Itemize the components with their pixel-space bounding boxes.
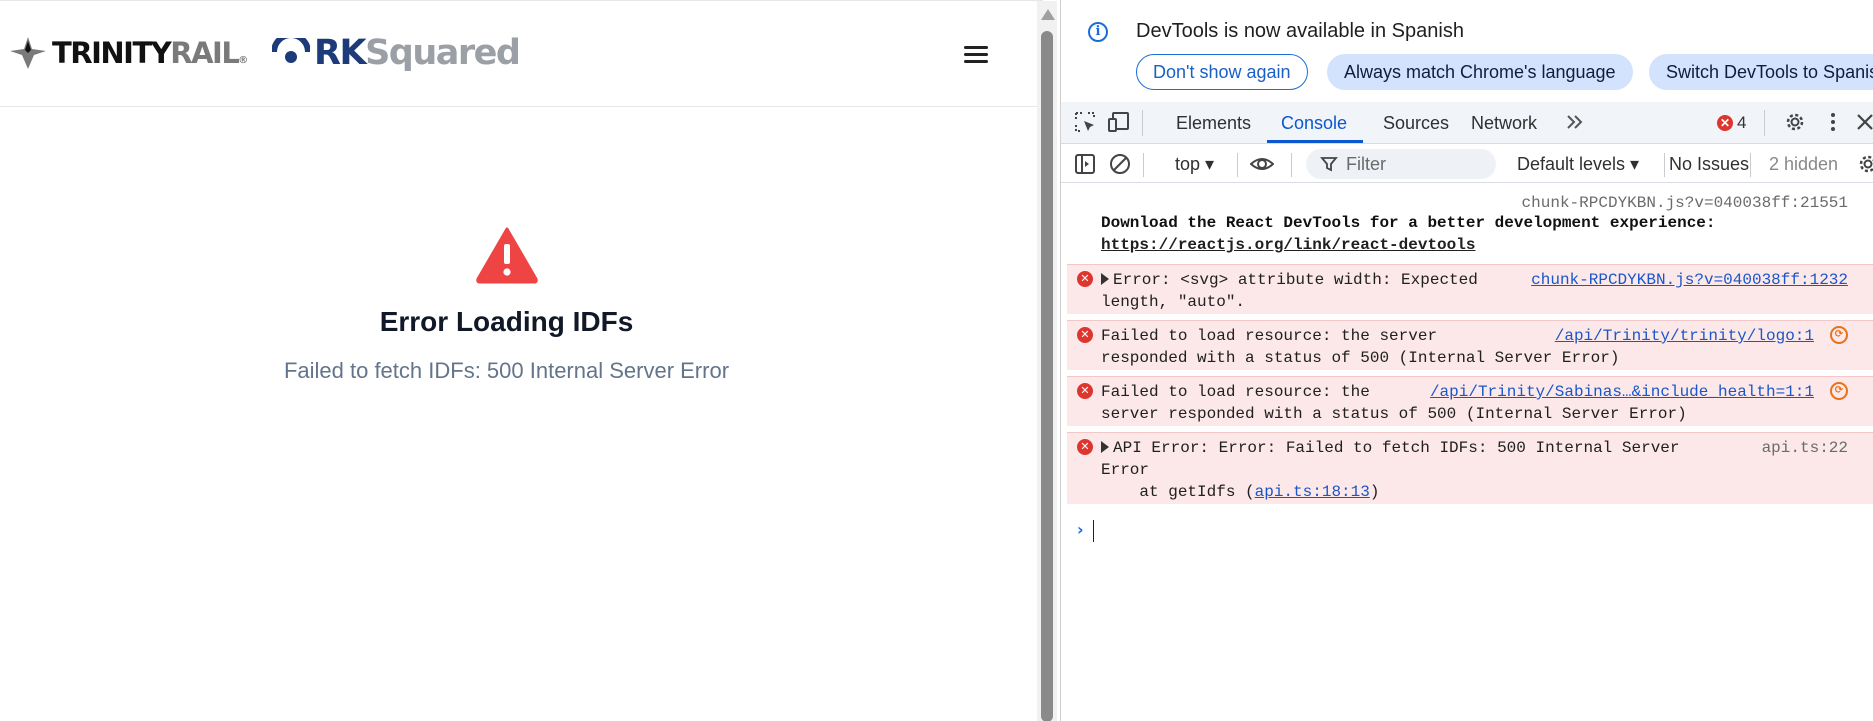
toolbar-divider bbox=[1750, 153, 1751, 177]
inspect-element-icon[interactable] bbox=[1073, 110, 1097, 134]
message-text-line2: server responded with a status of 500 (I… bbox=[1101, 405, 1687, 423]
trinityrail-logo[interactable]: TRINITYRAIL® bbox=[10, 35, 248, 71]
sidebar-toggle-icon[interactable] bbox=[1073, 152, 1097, 176]
tab-sources[interactable]: Sources bbox=[1383, 113, 1449, 134]
device-toolbar-icon[interactable] bbox=[1107, 110, 1131, 134]
console-log-message: chunk-RPCDYKBN.js?v=040038ff:21551 Downl… bbox=[1067, 192, 1873, 254]
message-text: Download the React DevTools for a better… bbox=[1101, 214, 1716, 232]
rksquared-logo[interactable]: RK Squared bbox=[272, 31, 521, 75]
log-levels-dropdown[interactable]: Default levels ▾ bbox=[1517, 154, 1639, 175]
error-panel: Error Loading IDFs Failed to fetch IDFs:… bbox=[0, 226, 1013, 384]
tab-elements[interactable]: Elements bbox=[1176, 113, 1251, 134]
expand-triangle-icon[interactable] bbox=[1101, 273, 1109, 285]
network-request-icon[interactable]: ⟳ bbox=[1830, 382, 1848, 400]
filter-placeholder: Filter bbox=[1346, 154, 1386, 174]
console-error-message[interactable]: ✕ Error: <svg> attribute width: Expected… bbox=[1067, 264, 1873, 314]
language-infobar: i DevTools is now available in Spanish D… bbox=[1061, 0, 1873, 101]
stack-trace-line: at getIdfs (api.ts:18:13) bbox=[1101, 483, 1380, 501]
console-messages: chunk-RPCDYKBN.js?v=040038ff:21551 Downl… bbox=[1061, 184, 1873, 721]
rk-wordmark: RK bbox=[314, 33, 367, 73]
stack-trace-link[interactable]: api.ts:18:13 bbox=[1255, 483, 1370, 501]
message-source-link[interactable]: chunk-RPCDYKBN.js?v=040038ff:1232 bbox=[1531, 269, 1848, 291]
error-title: Error Loading IDFs bbox=[379, 306, 634, 337]
kebab-menu-icon[interactable] bbox=[1821, 110, 1845, 134]
toolbar-divider bbox=[1237, 153, 1238, 177]
hidden-messages-count: 2 hidden bbox=[1769, 154, 1839, 174]
console-error-message[interactable]: ✕ Failed to load resource: the /api/Trin… bbox=[1067, 376, 1873, 426]
app-pane: TRINITYRAIL® RK Squared Error Loading IDF… bbox=[0, 0, 1057, 721]
clear-console-icon[interactable] bbox=[1108, 152, 1132, 176]
error-icon: ✕ bbox=[1077, 383, 1093, 399]
console-error-message[interactable]: ✕ API Error: Error: Failed to fetch IDFs… bbox=[1067, 432, 1873, 504]
more-tabs-chevron-icon[interactable] bbox=[1563, 110, 1587, 134]
error-count-icon: ✕ bbox=[1717, 115, 1733, 131]
message-text-line2: Error bbox=[1101, 461, 1150, 479]
filter-input[interactable]: Filter bbox=[1306, 149, 1496, 179]
toolbar-divider bbox=[1143, 153, 1144, 177]
message-text-line2: responded with a status of 500 (Internal… bbox=[1101, 349, 1620, 367]
hamburger-menu-icon[interactable] bbox=[962, 43, 990, 67]
rk-signal-icon bbox=[272, 38, 310, 63]
tab-network[interactable]: Network bbox=[1471, 113, 1537, 134]
error-count-badge[interactable]: ✕ 4 bbox=[1717, 113, 1746, 133]
trinityrail-wordmark: TRINITYRAIL® bbox=[52, 36, 249, 70]
warning-triangle-icon bbox=[475, 227, 538, 284]
filter-funnel-icon bbox=[1320, 157, 1338, 172]
message-text: Failed to load resource: the server bbox=[1101, 327, 1438, 345]
console-prompt-icon: › bbox=[1077, 520, 1084, 539]
error-icon: ✕ bbox=[1077, 327, 1093, 343]
expand-triangle-icon[interactable] bbox=[1101, 441, 1109, 453]
error-icon: ✕ bbox=[1077, 439, 1093, 455]
trinity-star-icon bbox=[10, 37, 46, 69]
devtools-panel: i DevTools is now available in Spanish D… bbox=[1060, 0, 1873, 721]
issues-counter[interactable]: No Issues bbox=[1669, 154, 1749, 175]
context-selector[interactable]: top ▾ bbox=[1175, 154, 1214, 175]
tabbar-divider bbox=[1142, 110, 1143, 136]
message-text: Failed to load resource: the bbox=[1101, 383, 1370, 401]
page-scrollbar[interactable] bbox=[1037, 1, 1057, 721]
scroll-up-arrow-icon[interactable] bbox=[1041, 9, 1055, 20]
tab-console[interactable]: Console bbox=[1281, 113, 1347, 134]
message-text-line2: length, "auto". bbox=[1101, 293, 1246, 311]
console-error-message[interactable]: ✕ Failed to load resource: the server /a… bbox=[1067, 320, 1873, 370]
console-toolbar: top ▾ Filter Default levels ▾ No Issues … bbox=[1061, 145, 1873, 183]
error-icon: ✕ bbox=[1077, 271, 1093, 287]
message-text: Error: <svg> attribute width: Expected bbox=[1101, 269, 1478, 291]
message-source-link[interactable]: api.ts:22 bbox=[1762, 437, 1848, 459]
toolbar-divider bbox=[1291, 153, 1292, 177]
live-expression-eye-icon[interactable] bbox=[1250, 152, 1274, 176]
infobar-text: DevTools is now available in Spanish bbox=[1136, 20, 1464, 42]
message-text: API Error: Error: Failed to fetch IDFs: … bbox=[1101, 437, 1680, 459]
dont-show-again-button[interactable]: Don't show again bbox=[1136, 54, 1308, 90]
error-message: Failed to fetch IDFs: 500 Internal Serve… bbox=[283, 358, 730, 383]
scrollbar-thumb[interactable] bbox=[1041, 31, 1053, 721]
tabbar-divider bbox=[1764, 110, 1765, 136]
react-devtools-link[interactable]: https://reactjs.org/link/react-devtools bbox=[1101, 234, 1475, 256]
message-source-link[interactable]: /api/Trinity/trinity/logo:1 bbox=[1555, 325, 1814, 347]
close-devtools-icon[interactable] bbox=[1853, 110, 1873, 134]
message-source-link[interactable]: chunk-RPCDYKBN.js?v=040038ff:21551 bbox=[1522, 192, 1848, 214]
console-settings-gear-icon[interactable] bbox=[1856, 152, 1873, 176]
console-input-caret[interactable] bbox=[1093, 520, 1094, 542]
switch-to-spanish-button[interactable]: Switch DevTools to Spanis bbox=[1649, 54, 1873, 90]
toolbar-divider bbox=[1664, 153, 1665, 177]
settings-gear-icon[interactable] bbox=[1783, 110, 1807, 134]
message-source-link[interactable]: /api/Trinity/Sabinas…&include_health=1:1 bbox=[1430, 381, 1814, 403]
app-header: TRINITYRAIL® RK Squared bbox=[0, 1, 1043, 107]
squared-wordmark: Squared bbox=[365, 33, 521, 73]
network-request-icon[interactable]: ⟳ bbox=[1830, 326, 1848, 344]
devtools-tabbar: Elements Console Sources Network ✕ 4 bbox=[1061, 102, 1873, 144]
active-tab-indicator bbox=[1267, 140, 1363, 143]
info-icon: i bbox=[1088, 22, 1108, 42]
always-match-language-button[interactable]: Always match Chrome's language bbox=[1327, 54, 1633, 90]
